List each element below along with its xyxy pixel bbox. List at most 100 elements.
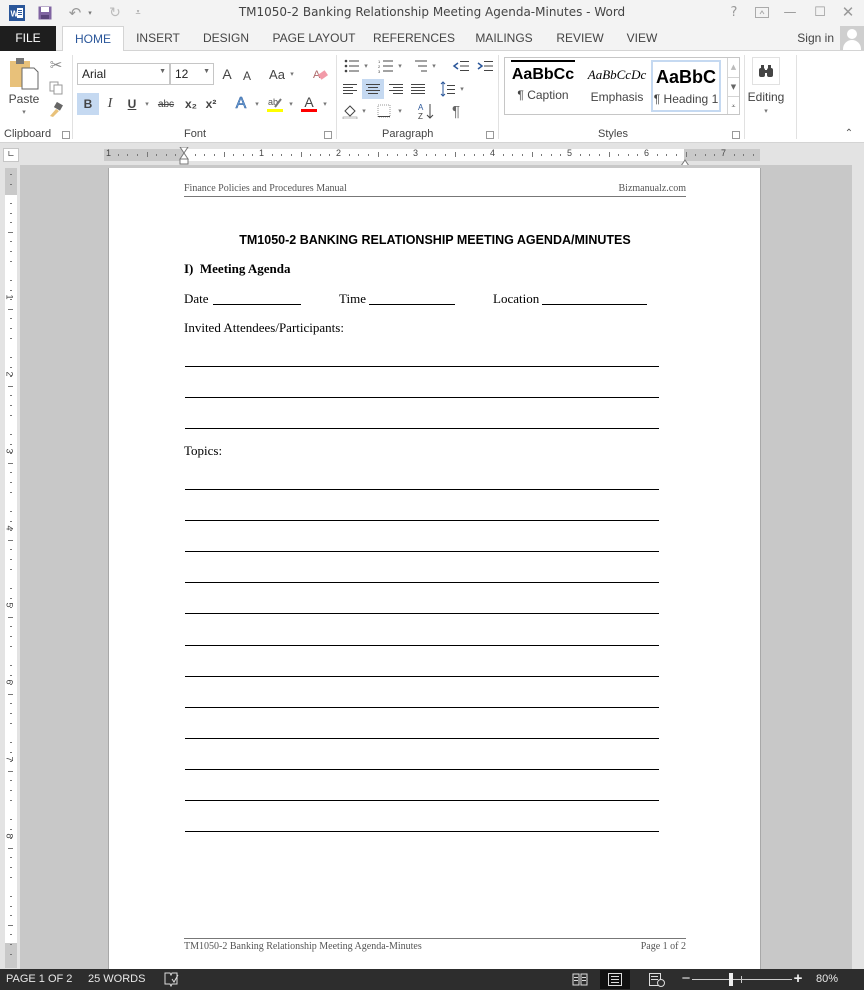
vertical-scrollbar[interactable] xyxy=(852,165,864,969)
time-blank[interactable] xyxy=(369,304,455,305)
multilevel-dropdown-icon[interactable]: ▾ xyxy=(430,57,438,75)
topic-line[interactable] xyxy=(185,800,659,801)
change-case-dropdown-icon[interactable]: ▾ xyxy=(288,63,296,85)
numbering-dropdown-icon[interactable]: ▾ xyxy=(396,57,404,75)
paste-dropdown-icon[interactable]: ▾ xyxy=(18,107,30,117)
right-indent-marker-icon[interactable] xyxy=(680,152,690,167)
paste-icon[interactable] xyxy=(6,55,42,91)
zoom-out-button[interactable]: − xyxy=(680,971,692,987)
increase-indent-icon[interactable] xyxy=(474,57,496,75)
zoom-slider[interactable] xyxy=(692,979,792,980)
numbering-icon[interactable]: 123 xyxy=(376,57,396,75)
underline-dropdown-icon[interactable]: ▾ xyxy=(142,93,152,115)
tab-references[interactable]: REFERENCES xyxy=(372,26,456,51)
tab-selector-icon[interactable]: ∟ xyxy=(3,148,19,162)
sign-in-link[interactable]: Sign in xyxy=(797,31,834,45)
cut-icon[interactable]: ✂ xyxy=(46,55,66,75)
tab-file[interactable]: FILE xyxy=(0,26,56,51)
tab-review[interactable]: REVIEW xyxy=(552,26,608,51)
help-icon[interactable]: ? xyxy=(722,3,746,21)
document-page[interactable] xyxy=(108,168,761,969)
horizontal-ruler[interactable]: 1 1 2 3 4 5 6 7 xyxy=(104,146,760,167)
line-spacing-dropdown-icon[interactable]: ▾ xyxy=(458,79,466,99)
topic-line[interactable] xyxy=(185,520,659,521)
topic-line[interactable] xyxy=(185,489,659,490)
copy-icon[interactable] xyxy=(46,78,66,98)
gallery-more-icon[interactable]: ⩡ xyxy=(727,96,739,114)
word-count[interactable]: 25 WORDS xyxy=(88,973,145,985)
editing-button[interactable]: Editing xyxy=(744,89,788,105)
borders-icon[interactable] xyxy=(374,101,394,121)
attendee-line[interactable] xyxy=(185,366,659,367)
tab-page-layout[interactable]: PAGE LAYOUT xyxy=(266,26,362,51)
paste-button[interactable]: Paste xyxy=(4,91,44,107)
align-center-icon[interactable] xyxy=(362,79,384,99)
topic-line[interactable] xyxy=(185,707,659,708)
change-case-button[interactable]: Aa xyxy=(264,63,290,85)
sort-icon[interactable]: AZ xyxy=(416,101,436,121)
style-emphasis[interactable]: AaBbCcDc Emphasis xyxy=(581,60,653,112)
indent-marker-icon[interactable] xyxy=(179,146,189,165)
borders-dropdown-icon[interactable]: ▾ xyxy=(396,101,404,121)
decrease-indent-icon[interactable] xyxy=(450,57,472,75)
attendee-line[interactable] xyxy=(185,428,659,429)
text-effects-dropdown-icon[interactable]: ▾ xyxy=(252,93,262,115)
underline-button[interactable]: U xyxy=(122,93,142,115)
font-color-dropdown-icon[interactable]: ▾ xyxy=(320,93,330,115)
location-blank[interactable] xyxy=(542,304,647,305)
highlight-icon[interactable]: ab xyxy=(264,93,286,115)
align-right-icon[interactable] xyxy=(386,79,406,99)
bullets-icon[interactable] xyxy=(342,57,362,75)
topic-line[interactable] xyxy=(185,831,659,832)
subscript-button[interactable]: x₂ xyxy=(180,93,202,115)
page-count[interactable]: PAGE 1 OF 2 xyxy=(6,973,72,985)
shrink-font-button[interactable]: A xyxy=(238,65,256,87)
web-layout-icon[interactable] xyxy=(646,970,668,989)
tab-insert[interactable]: INSERT xyxy=(130,26,186,51)
multilevel-list-icon[interactable] xyxy=(410,57,430,75)
ribbon-display-icon[interactable] xyxy=(750,3,774,21)
style-caption[interactable]: AaBbCc ¶ Caption xyxy=(507,60,579,112)
paragraph-launcher-icon[interactable] xyxy=(486,131,494,139)
clear-formatting-icon[interactable]: A xyxy=(310,63,330,85)
close-icon[interactable]: ✕ xyxy=(836,3,860,21)
vertical-ruler[interactable]: 1 2 3 4 5 6 7 8 xyxy=(5,168,17,968)
topic-line[interactable] xyxy=(185,676,659,677)
line-spacing-icon[interactable] xyxy=(438,79,458,99)
highlight-dropdown-icon[interactable]: ▾ xyxy=(286,93,296,115)
align-left-icon[interactable] xyxy=(340,79,360,99)
font-size-combo[interactable]: 12 ▼ xyxy=(170,63,214,85)
collapse-ribbon-icon[interactable]: ⌃ xyxy=(842,127,856,139)
justify-icon[interactable] xyxy=(408,79,428,99)
shading-icon[interactable] xyxy=(340,101,360,121)
tab-view[interactable]: VIEW xyxy=(618,26,666,51)
italic-button[interactable]: I xyxy=(100,93,120,115)
date-blank[interactable] xyxy=(213,304,301,305)
gallery-up-icon[interactable]: ▲ xyxy=(727,58,739,77)
maximize-icon[interactable]: ☐ xyxy=(808,3,832,21)
topic-line[interactable] xyxy=(185,551,659,552)
bold-button[interactable]: B xyxy=(77,93,99,115)
grow-font-button[interactable]: A xyxy=(218,63,236,85)
topic-line[interactable] xyxy=(185,613,659,614)
zoom-in-button[interactable]: + xyxy=(792,971,804,987)
tab-design[interactable]: DESIGN xyxy=(196,26,256,51)
format-painter-icon[interactable] xyxy=(46,100,66,120)
shading-dropdown-icon[interactable]: ▾ xyxy=(360,101,368,121)
font-launcher-icon[interactable] xyxy=(324,131,332,139)
tab-home[interactable]: HOME xyxy=(62,26,124,52)
topic-line[interactable] xyxy=(185,645,659,646)
show-marks-button[interactable]: ¶ xyxy=(446,101,466,121)
font-color-button[interactable]: A xyxy=(298,93,320,115)
zoom-level[interactable]: 80% xyxy=(816,973,838,985)
proofing-icon[interactable] xyxy=(163,971,179,990)
clipboard-launcher-icon[interactable] xyxy=(62,131,70,139)
find-icon[interactable] xyxy=(752,57,780,85)
tab-mailings[interactable]: MAILINGS xyxy=(466,26,542,51)
topic-line[interactable] xyxy=(185,738,659,739)
text-effects-button[interactable]: A xyxy=(230,93,252,115)
superscript-button[interactable]: x² xyxy=(200,93,222,115)
styles-launcher-icon[interactable] xyxy=(732,131,740,139)
print-layout-icon[interactable] xyxy=(600,970,630,989)
strikethrough-button[interactable]: abc xyxy=(154,93,178,115)
